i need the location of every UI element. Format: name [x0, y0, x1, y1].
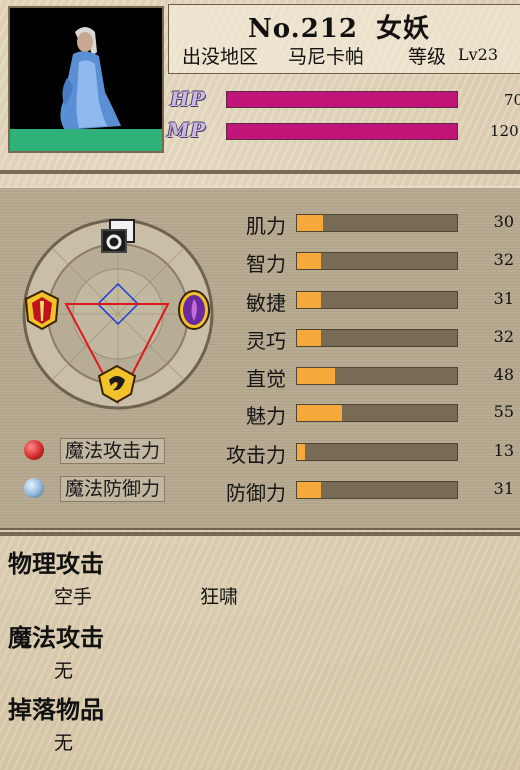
earth-element-icon	[97, 364, 137, 404]
mp-value: 120	[490, 122, 519, 140]
stat-value: 30	[493, 212, 514, 231]
mp-label: MP	[167, 118, 207, 142]
stat-value: 13	[493, 441, 514, 460]
stat-value: 32	[493, 327, 514, 346]
divider-bottom	[0, 532, 520, 536]
stat-label: 防御力	[226, 481, 286, 505]
stat-bar	[296, 481, 458, 499]
banshee-figure-icon	[60, 27, 121, 130]
fire-element-icon	[24, 289, 60, 331]
stat-label: 攻击力	[226, 443, 286, 467]
page-title: No.212 女妖	[248, 8, 430, 45]
magic-attack-label: 魔法攻击力	[60, 438, 166, 464]
stat-bar	[296, 214, 458, 232]
level-label: 等级	[408, 46, 447, 68]
physical-attack-item: 狂啸	[200, 586, 239, 608]
hp-bar	[226, 91, 458, 108]
monster-number: No.212	[248, 14, 358, 44]
stat-bar-fill	[297, 444, 305, 460]
stat-bar-fill	[297, 330, 321, 346]
stat-bar	[296, 252, 458, 270]
physical-attack-item: 空手	[54, 586, 93, 608]
stat-bar-fill	[297, 368, 336, 384]
stat-bar	[296, 367, 458, 385]
stat-bar	[296, 443, 458, 461]
stat-bar	[296, 329, 458, 347]
magic-defense-orb-icon	[24, 478, 44, 498]
magic-attack-item: 无	[54, 660, 74, 682]
stat-bar-fill	[297, 482, 321, 498]
stat-label: 直觉	[246, 367, 286, 391]
stat-label: 敏捷	[246, 291, 286, 315]
stat-value: 31	[493, 479, 514, 498]
location-value: 马尼卡帕	[288, 46, 365, 68]
stat-label: 魅力	[246, 404, 286, 428]
stat-value: 31	[493, 289, 514, 308]
stat-bar-fill	[297, 253, 321, 269]
magic-attack-orb-icon	[24, 440, 44, 460]
magic-defense-label: 魔法防御力	[60, 476, 166, 502]
portrait-floor	[10, 129, 162, 151]
hp-value: 70	[504, 91, 520, 109]
stat-bar-fill	[297, 292, 321, 308]
hp-label: HP	[170, 87, 206, 111]
stat-bar-fill	[297, 405, 342, 421]
stat-value: 48	[493, 365, 514, 384]
monster-name: 女妖	[376, 14, 431, 44]
stat-bar	[296, 291, 458, 309]
physical-attack-title: 物理攻击	[8, 549, 104, 578]
location-label: 出没地区	[182, 46, 259, 68]
magic-attack-title: 魔法攻击	[8, 623, 104, 652]
wind-element-icon	[101, 219, 135, 253]
level-value: Lv23	[458, 45, 499, 64]
stat-value: 55	[493, 402, 514, 421]
dark-element-icon	[178, 290, 210, 330]
monster-portrait	[8, 6, 164, 153]
drop-items-title: 掉落物品	[8, 695, 104, 724]
mp-bar	[226, 123, 458, 140]
stat-bar	[296, 404, 458, 422]
drop-item: 无	[54, 732, 74, 754]
stat-label: 智力	[246, 252, 286, 276]
stat-label: 肌力	[246, 214, 286, 238]
monster-info-screen: No.212 女妖 出没地区 马尼卡帕 等级 Lv23 HP 70 MP 120	[0, 0, 520, 770]
divider-top	[0, 170, 520, 174]
stat-label: 灵巧	[246, 329, 286, 353]
stat-value: 32	[493, 250, 514, 269]
stat-bar-fill	[297, 215, 323, 231]
